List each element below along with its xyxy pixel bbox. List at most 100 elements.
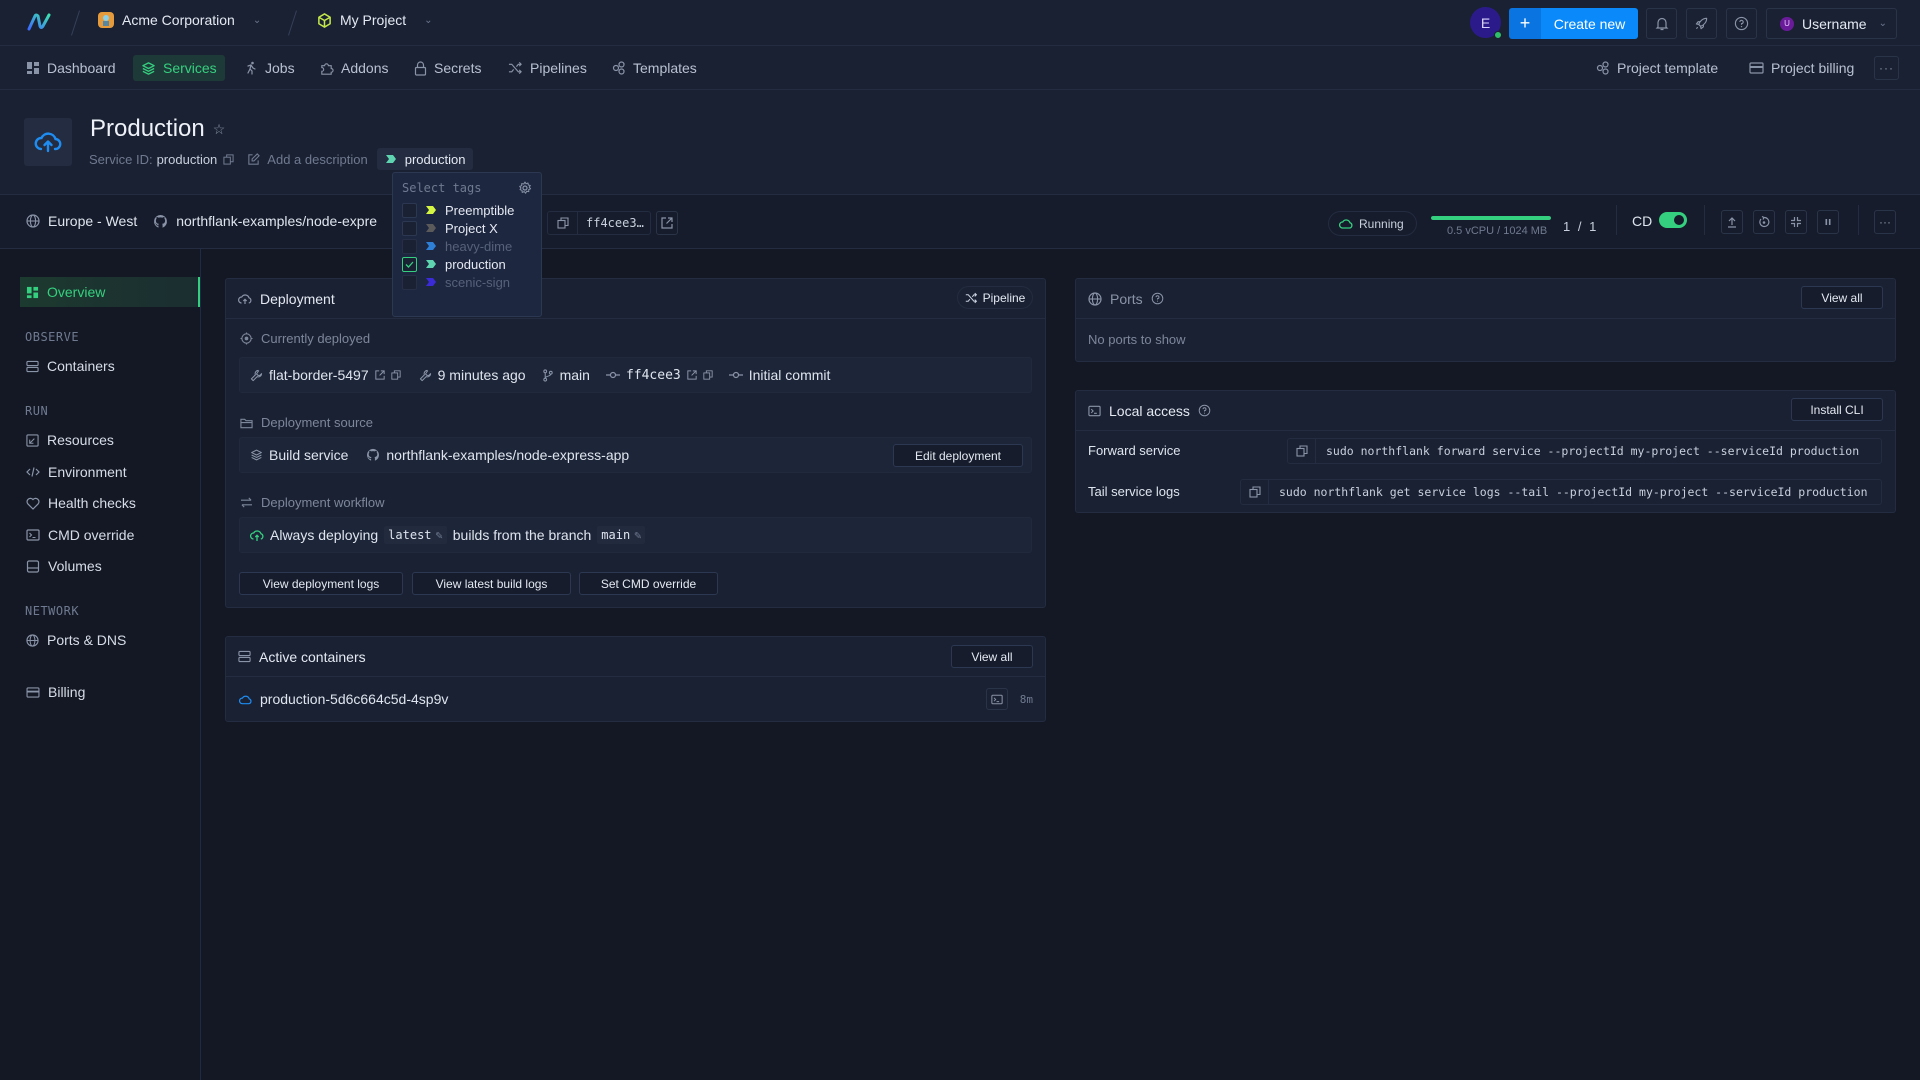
nav-jobs[interactable]: Jobs — [236, 55, 303, 81]
view-build-logs-button[interactable]: View latest build logs — [412, 572, 571, 595]
upload-button[interactable] — [1721, 210, 1743, 234]
pipeline-button[interactable]: Pipeline — [957, 286, 1033, 309]
account-avatar[interactable]: E — [1470, 7, 1502, 39]
nav-services[interactable]: Services — [133, 55, 225, 81]
more-options-button[interactable]: ··· — [1874, 56, 1899, 80]
user-menu-button[interactable]: U Username ⌄ — [1766, 8, 1897, 39]
tag-option[interactable]: production — [402, 255, 506, 273]
status-label: Running — [1359, 216, 1404, 231]
sidebar-label: CMD override — [48, 527, 135, 543]
create-new-button[interactable]: + Create new — [1509, 8, 1638, 39]
container-name[interactable]: production-5d6c664c5d-4sp9v — [260, 691, 448, 707]
sub-head-label: Currently deployed — [261, 331, 371, 346]
workflow-branch[interactable]: main ✎ — [597, 526, 646, 544]
commit-hash[interactable]: ff4cee3 — [626, 368, 681, 383]
card-title: Ports — [1110, 290, 1143, 307]
external-link-icon[interactable] — [374, 370, 385, 380]
nav-project-billing[interactable]: Project billing — [1741, 55, 1862, 81]
sidebar-item-cmd-override[interactable]: CMD override — [20, 520, 200, 550]
copy-icon[interactable] — [223, 153, 234, 165]
check-icon — [405, 261, 414, 268]
copy-icon[interactable] — [1241, 480, 1269, 504]
tag-checkbox[interactable] — [402, 220, 417, 236]
breadcrumb-separator — [288, 10, 297, 36]
globe-icon — [26, 214, 40, 228]
tag-option[interactable]: Preemptible — [402, 201, 514, 219]
git-branch-icon — [542, 368, 554, 382]
copy-icon[interactable] — [1288, 439, 1316, 463]
restart-button[interactable] — [1753, 210, 1775, 234]
edit-deployment-button[interactable]: Edit deployment — [893, 444, 1023, 467]
tag-checkbox[interactable] — [402, 256, 417, 272]
sidebar-label: Overview — [47, 284, 106, 300]
external-link-icon[interactable] — [687, 370, 697, 380]
pencil-icon: ✎ — [435, 528, 443, 542]
more-options-button[interactable]: ··· — [1874, 210, 1896, 234]
nav-label: Dashboard — [47, 60, 116, 76]
copy-icon[interactable] — [548, 212, 578, 234]
sidebar-label: Health checks — [48, 495, 136, 511]
dashboard-icon — [26, 61, 40, 75]
source-repo-link[interactable]: northflank-examples/node-express-app — [386, 447, 629, 463]
tag-checkbox[interactable] — [402, 202, 417, 218]
pause-icon — [1823, 217, 1833, 227]
nav-label: Services — [163, 60, 217, 76]
cd-toggle[interactable] — [1659, 212, 1687, 228]
plus-icon: + — [1509, 8, 1541, 39]
view-all-containers-button[interactable]: View all — [951, 645, 1033, 668]
tag-chip[interactable]: production — [376, 148, 474, 170]
copy-icon[interactable] — [391, 370, 401, 380]
org-selector[interactable]: Acme Corporation ⌄ — [98, 12, 261, 28]
container-row[interactable]: production-5d6c664c5d-4sp9v 8m — [239, 677, 1033, 721]
card-icon — [26, 686, 40, 698]
sidebar-item-billing[interactable]: Billing — [20, 677, 200, 707]
command-text: sudo northflank get service logs --tail … — [1279, 485, 1868, 499]
commit-copy-field[interactable]: ff4cee3… — [547, 211, 651, 235]
copy-icon[interactable] — [703, 370, 713, 380]
project-selector[interactable]: My Project ⌄ — [317, 12, 433, 28]
help-button[interactable] — [1726, 8, 1757, 39]
install-cli-button[interactable]: Install CLI — [1791, 398, 1883, 421]
view-deployment-logs-button[interactable]: View deployment logs — [239, 572, 403, 595]
sidebar-item-overview[interactable]: Overview — [20, 277, 200, 307]
nav-addons[interactable]: Addons — [311, 55, 396, 81]
tag-option-label: production — [445, 256, 506, 272]
pause-button[interactable] — [1817, 210, 1839, 234]
sidebar-item-resources[interactable]: Resources — [20, 425, 200, 455]
repo-link[interactable]: northflank-examples/node-expre — [176, 213, 377, 229]
sidebar-item-ports-dns[interactable]: Ports & DNS — [20, 625, 200, 655]
sidebar-item-volumes[interactable]: Volumes — [20, 551, 200, 581]
tag-icon — [425, 205, 437, 215]
set-cmd-override-button[interactable]: Set CMD override — [579, 572, 718, 595]
tail-logs-command[interactable]: sudo northflank get service logs --tail … — [1240, 479, 1882, 505]
add-description-link[interactable]: Add a description — [267, 152, 367, 167]
workflow-tag[interactable]: latest ✎ — [384, 526, 447, 544]
deployment-card: Deployment Pipeline Currently deployed f… — [225, 278, 1046, 608]
nav-project-template[interactable]: Project template — [1588, 55, 1726, 81]
container-shell-button[interactable] — [985, 688, 1008, 710]
scale-button[interactable] — [1785, 210, 1807, 234]
northflank-logo[interactable] — [26, 12, 52, 32]
open-commit-button[interactable] — [656, 211, 678, 235]
view-all-ports-button[interactable]: View all — [1801, 286, 1883, 309]
nav-label: Pipelines — [530, 60, 587, 76]
nav-dashboard[interactable]: Dashboard — [18, 55, 124, 81]
sidebar-item-health-checks[interactable]: Health checks — [20, 488, 200, 518]
tag-label: production — [404, 151, 466, 167]
nav-secrets[interactable]: Secrets — [406, 55, 489, 81]
deploy-rocket-button[interactable] — [1686, 8, 1717, 39]
star-icon[interactable]: ☆ — [213, 121, 226, 138]
forward-service-command[interactable]: sudo northflank forward service --projec… — [1287, 438, 1882, 464]
nav-pipelines[interactable]: Pipelines — [500, 55, 595, 81]
sidebar-section-heading: RUN — [25, 404, 49, 418]
tag-option[interactable]: Project X — [402, 219, 498, 237]
help-circle-icon — [1734, 16, 1749, 31]
sidebar-item-environment[interactable]: Environment — [20, 457, 200, 487]
sidebar-item-containers[interactable]: Containers — [20, 351, 200, 381]
nav-templates[interactable]: Templates — [604, 55, 705, 81]
help-circle-icon[interactable] — [1151, 292, 1164, 305]
notifications-button[interactable] — [1646, 8, 1677, 39]
build-name-link[interactable]: flat-border-5497 — [269, 367, 369, 383]
help-circle-icon[interactable] — [1198, 404, 1211, 417]
gear-icon[interactable] — [518, 181, 532, 195]
